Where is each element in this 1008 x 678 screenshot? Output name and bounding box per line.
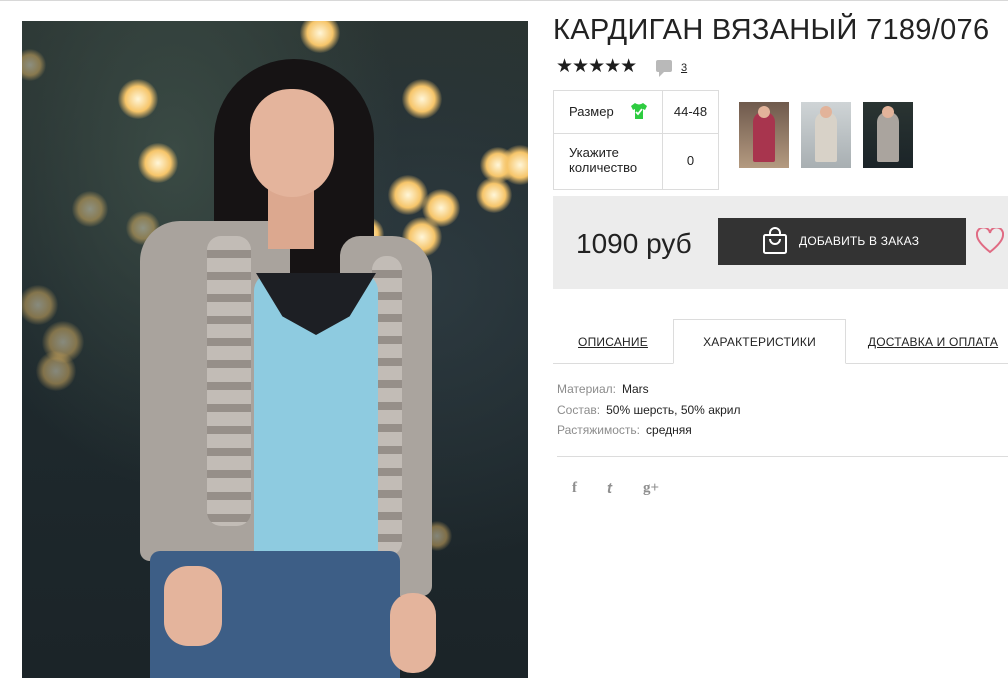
size-value[interactable]: 44-48 (663, 104, 718, 119)
heart-icon[interactable] (976, 228, 1004, 254)
tab-delivery-payment[interactable]: ДОСТАВКА И ОПЛАТА (860, 319, 1006, 364)
spec-value: 50% шерсть, 50% акрил (606, 403, 741, 417)
spec-row-composition: Состав: 50% шерсть, 50% акрил (557, 403, 741, 417)
spec-key: Растяжимость: (557, 423, 641, 437)
spec-row-stretch: Растяжимость: средняя (557, 423, 692, 437)
price: 1090 руб (576, 228, 692, 259)
quantity-input[interactable] (663, 146, 718, 174)
tshirt-icon[interactable] (629, 101, 649, 121)
spec-key: Материал: (557, 382, 616, 396)
spec-value: средняя (646, 423, 692, 437)
price-box: 1090 руб ДОБАВИТЬ В ЗАКАЗ (553, 196, 1008, 289)
twitter-icon[interactable]: t (607, 480, 612, 497)
spec-row-material: Материал: Mars (557, 382, 649, 396)
thumbnail-1[interactable] (739, 102, 789, 168)
options-table: Размер 44-48 Укажите количество (553, 90, 719, 190)
spec-value: Mars (621, 382, 649, 396)
divider (557, 456, 1008, 457)
product-main-photo[interactable] (22, 21, 528, 678)
tab-characteristics-label: ХАРАКТЕРИСТИКИ (703, 334, 816, 349)
rating-stars: ★★★★★ (556, 56, 637, 77)
tab-description-label: ОПИСАНИЕ (578, 334, 648, 349)
thumbnail-2[interactable] (801, 102, 851, 168)
comment-icon[interactable] (656, 60, 672, 77)
tab-description[interactable]: ОПИСАНИЕ (553, 319, 673, 364)
review-count-link[interactable]: 3 (681, 62, 687, 74)
shopping-bag-icon (763, 227, 787, 254)
add-to-order-button[interactable]: ДОБАВИТЬ В ЗАКАЗ (718, 218, 966, 265)
size-label: Размер (569, 104, 614, 119)
facebook-icon[interactable]: f (572, 480, 577, 497)
product-title: КАРДИГАН ВЯЗАНЫЙ 7189/076 (553, 14, 990, 46)
top-rule (0, 0, 1008, 1)
spec-key: Состав: (557, 403, 601, 417)
add-to-order-label: ДОБАВИТЬ В ЗАКАЗ (799, 234, 920, 248)
tab-delivery-payment-label: ДОСТАВКА И ОПЛАТА (867, 334, 999, 349)
thumbnail-3[interactable] (863, 102, 913, 168)
tab-characteristics[interactable]: ХАРАКТЕРИСТИКИ (673, 319, 846, 364)
google-plus-icon[interactable]: g+ (643, 480, 659, 497)
quantity-label: Укажите количество (569, 145, 638, 175)
